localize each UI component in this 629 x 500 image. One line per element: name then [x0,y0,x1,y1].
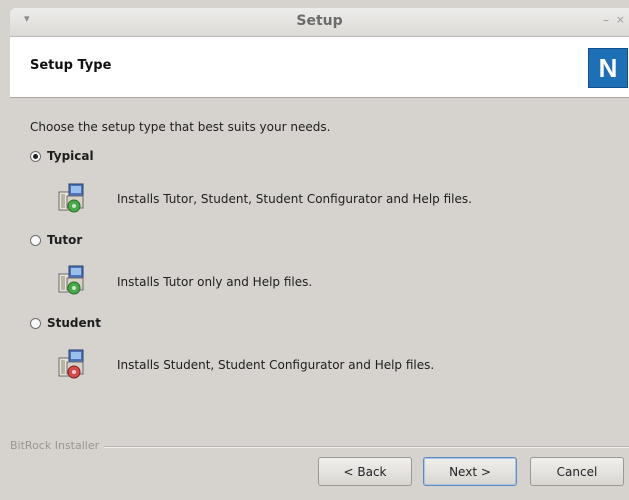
window-title: Setup [296,13,343,29]
installer-brand: BitRock Installer [10,439,105,452]
back-button[interactable]: < Back [318,457,412,486]
option-student-label[interactable]: Student [47,316,101,330]
close-icon[interactable]: × [616,13,625,26]
radio-tutor[interactable] [30,234,41,246]
radio-student[interactable] [30,317,41,329]
option-student[interactable]: Student [30,316,101,330]
setup-window: ▾ Setup – × Setup Type N Choose the setu… [0,0,629,500]
option-typical-description: Installs Tutor, Student, Student Configu… [117,192,472,206]
page-title: Setup Type [30,58,112,73]
title-bar[interactable]: ▾ Setup – × [10,8,629,37]
cancel-button[interactable]: Cancel [530,457,624,486]
product-logo: N [588,48,628,88]
installer-package-icon [57,264,87,296]
option-tutor-description: Installs Tutor only and Help files. [117,275,313,289]
option-typical-label[interactable]: Typical [47,149,94,163]
minimize-icon[interactable]: – [603,13,609,27]
setup-prompt: Choose the setup type that best suits yo… [30,120,331,134]
option-typical[interactable]: Typical [30,149,94,163]
option-tutor[interactable]: Tutor [30,233,82,247]
radio-typical[interactable] [30,150,41,162]
next-button[interactable]: Next > [423,457,517,486]
installer-package-icon [57,182,87,214]
option-student-description: Installs Student, Student Configurator a… [117,358,435,372]
option-tutor-label[interactable]: Tutor [47,233,82,247]
setup-type-panel: Choose the setup type that best suits yo… [10,98,629,430]
page-header: Setup Type N [10,37,629,98]
installer-package-icon [57,348,87,380]
